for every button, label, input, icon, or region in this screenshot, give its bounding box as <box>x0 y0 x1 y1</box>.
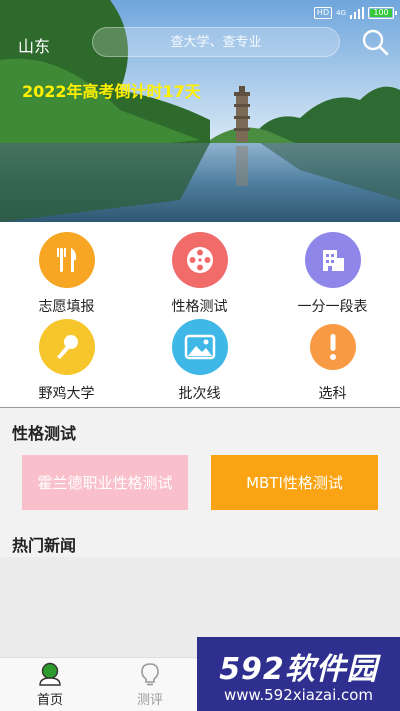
hero-banner: HD 4G 100 山东 2022年高考倒计时17天 <box>0 0 400 222</box>
search-input[interactable] <box>93 34 339 50</box>
menu-item-score-table[interactable]: 一分一段表 <box>266 232 399 316</box>
watermark-logo-text: 软件园 <box>284 652 378 687</box>
menu-item-batch-line[interactable]: 批次线 <box>133 319 266 403</box>
menu-item-subject-select[interactable]: 选科 <box>266 319 399 403</box>
home-person-icon <box>39 662 61 686</box>
battery-level: 100 <box>373 8 389 17</box>
feature-menu: 志愿填报 性格测试 一分一段表 野鸡大学 批次线 选科 <box>0 222 400 408</box>
microphone-icon <box>38 319 95 375</box>
menu-label: 志愿填报 <box>38 299 95 315</box>
menu-item-fake-university[interactable]: 野鸡大学 <box>0 319 133 403</box>
watermark-logo-num: 592 <box>219 652 285 687</box>
province-selector[interactable]: 山东 <box>18 33 50 57</box>
watermark-url: www.592xiazai.com <box>223 686 374 704</box>
section-title-news: 热门新闻 <box>12 536 77 555</box>
network-indicator: 4G <box>336 9 346 17</box>
tab-home-label: 首页 <box>36 693 63 708</box>
exclamation-icon <box>309 324 356 370</box>
tab-review-label: 测评 <box>136 693 163 708</box>
menu-label: 选科 <box>318 386 347 402</box>
site-watermark: 592软件园 www.592xiazai.com <box>197 637 400 711</box>
building-icon <box>304 232 361 288</box>
menu-label: 性格测试 <box>171 299 228 315</box>
search-icon[interactable] <box>361 28 389 56</box>
menu-label: 一分一段表 <box>297 299 368 315</box>
search-bar[interactable] <box>92 27 340 57</box>
section-title-personality: 性格测试 <box>12 424 77 443</box>
lightbulb-icon <box>141 663 159 686</box>
image-icon <box>171 319 228 375</box>
tab-home[interactable]: 首页 <box>10 662 90 708</box>
menu-label: 批次线 <box>178 386 221 402</box>
signal-icon <box>350 7 364 19</box>
utensils-icon <box>38 232 95 288</box>
menu-label: 野鸡大学 <box>38 386 95 402</box>
holland-test-button[interactable]: 霍兰德职业性格测试 <box>22 455 188 510</box>
mbti-test-button[interactable]: MBTI性格测试 <box>211 455 378 510</box>
watermark-logo: 592软件园 <box>219 644 378 688</box>
battery-icon: 100 <box>368 7 397 19</box>
hd-indicator: HD <box>313 7 333 19</box>
film-reel-icon <box>171 232 228 288</box>
tab-review[interactable]: 测评 <box>110 662 190 708</box>
menu-item-personality[interactable]: 性格测试 <box>133 232 266 316</box>
status-bar: HD 4G 100 <box>313 6 397 20</box>
menu-item-volunteer[interactable]: 志愿填报 <box>0 232 133 316</box>
exam-countdown: 2022年高考倒计时17天 <box>22 82 201 101</box>
